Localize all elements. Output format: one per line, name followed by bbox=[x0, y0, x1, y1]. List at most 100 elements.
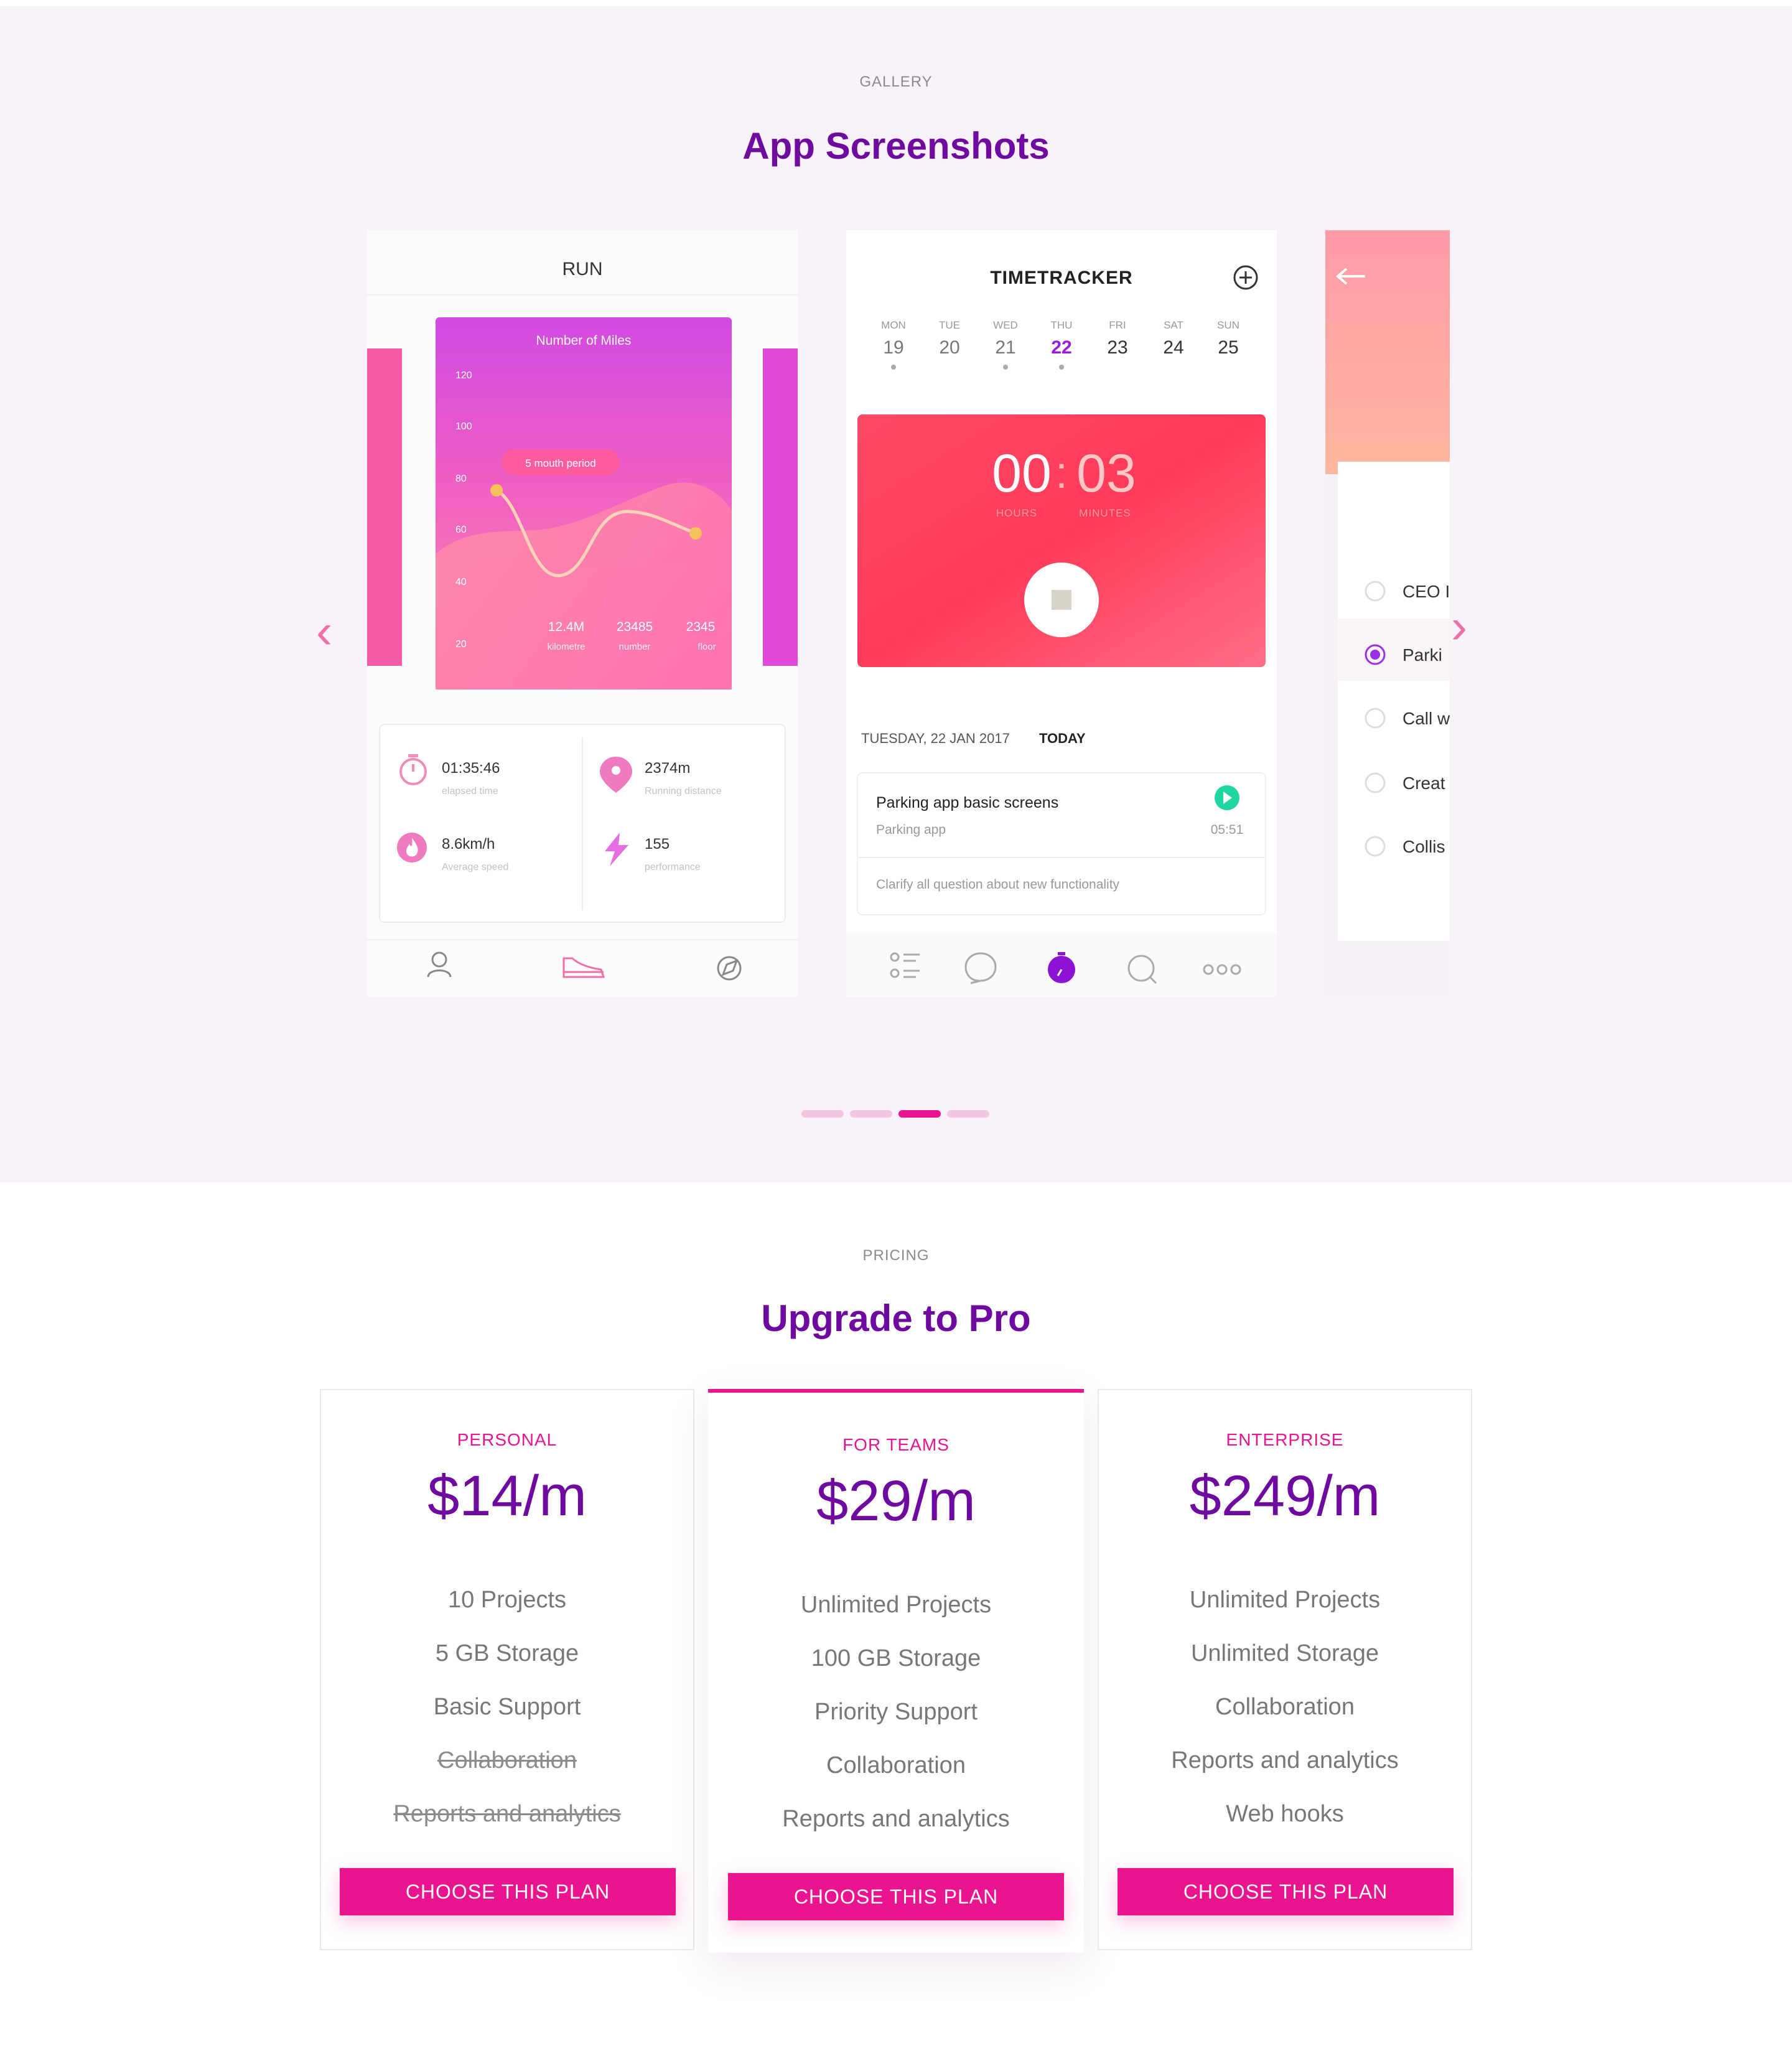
day-fri[interactable]: FRI 23 bbox=[1107, 319, 1127, 358]
pricing-card-personal: PERSONAL $14/m 10 Projects 5 GB Storage … bbox=[320, 1389, 694, 1950]
run-y-tick: 80 bbox=[455, 474, 467, 484]
run-side-card-right bbox=[763, 348, 798, 666]
plan-name: FOR TEAMS bbox=[842, 1435, 950, 1454]
svg-text:20: 20 bbox=[939, 337, 959, 358]
plan-feature-excluded: Collaboration bbox=[437, 1747, 577, 1773]
run-title: RUN bbox=[562, 259, 603, 279]
svg-text:FRI: FRI bbox=[1109, 319, 1126, 331]
run-chart-badge-text: 5 mouth period bbox=[525, 457, 595, 469]
task-note: Clarify all question about new functiona… bbox=[876, 877, 1120, 892]
task-title: Parking app basic screens bbox=[876, 794, 1058, 811]
screenshot-run-app[interactable]: RUN Number of Miles 120 100 80 60 40 20 … bbox=[367, 230, 798, 997]
pricing-eyebrow: PRICING bbox=[862, 1247, 930, 1264]
run-summary-label: floor bbox=[698, 642, 716, 652]
run-side-card-left bbox=[367, 348, 402, 666]
plan-feature: Priority Support bbox=[814, 1699, 978, 1725]
plan-name: PERSONAL bbox=[457, 1430, 558, 1449]
svg-text:CEO I: CEO I bbox=[1402, 582, 1450, 601]
plan-feature: 10 Projects bbox=[447, 1587, 567, 1613]
stop-icon bbox=[1052, 590, 1071, 610]
run-y-tick: 120 bbox=[455, 370, 472, 381]
pricing-title: Upgrade to Pro bbox=[761, 1297, 1031, 1339]
plan-feature: Web hooks bbox=[1226, 1801, 1344, 1827]
gallery-title: App Screenshots bbox=[742, 125, 1050, 167]
task-project: Parking app bbox=[876, 823, 946, 837]
svg-text:Parki: Parki bbox=[1402, 645, 1442, 665]
plan-feature: 5 GB Storage bbox=[435, 1640, 579, 1666]
run-app-canvas: RUN Number of Miles 120 100 80 60 40 20 … bbox=[367, 230, 798, 997]
run-stat-label: Average speed bbox=[442, 862, 508, 872]
carousel-pagination bbox=[801, 1110, 989, 1118]
svg-text:TUE: TUE bbox=[939, 319, 960, 331]
third-app-header bbox=[1325, 230, 1450, 474]
timer-separator: : bbox=[1055, 448, 1068, 498]
third-app-list-card bbox=[1338, 462, 1450, 941]
day-sun[interactable]: SUN 25 bbox=[1217, 319, 1239, 358]
run-y-tick: 20 bbox=[455, 639, 467, 650]
run-chart-point bbox=[490, 484, 503, 497]
run-chart-point bbox=[689, 527, 702, 540]
carousel-next-arrow-icon[interactable]: › bbox=[1451, 602, 1467, 650]
svg-text:25: 25 bbox=[1218, 337, 1238, 358]
timer-minutes: 03 bbox=[1076, 444, 1136, 503]
plan-feature: Basic Support bbox=[433, 1694, 581, 1720]
run-chart-title: Number of Miles bbox=[536, 334, 632, 348]
run-summary-value: 12.4M bbox=[548, 620, 584, 634]
stop-button[interactable] bbox=[1024, 563, 1099, 637]
svg-text:WED: WED bbox=[993, 319, 1018, 331]
carousel-dot-active[interactable] bbox=[898, 1110, 941, 1118]
carousel-dot[interactable] bbox=[801, 1110, 844, 1118]
carousel-dot[interactable] bbox=[947, 1110, 989, 1118]
svg-text:21: 21 bbox=[995, 337, 1015, 358]
plan-feature: 100 GB Storage bbox=[811, 1645, 981, 1671]
run-stat-label: elapsed time bbox=[442, 786, 498, 797]
run-y-tick: 60 bbox=[455, 525, 467, 535]
plan-feature: Unlimited Projects bbox=[1189, 1587, 1381, 1613]
screenshot-timetracker-app[interactable]: TIMETRACKER MON 19 TUE 20 WED 21 THU 22 … bbox=[846, 230, 1277, 997]
choose-plan-button-teams[interactable]: CHOOSE THIS PLAN bbox=[728, 1873, 1064, 1920]
svg-text:Collis: Collis bbox=[1402, 837, 1445, 856]
plan-feature: Reports and analytics bbox=[782, 1806, 1010, 1832]
run-y-tick: 100 bbox=[455, 421, 472, 432]
plan-feature: Unlimited Projects bbox=[800, 1592, 992, 1618]
run-stat-value: 2374m bbox=[645, 760, 690, 777]
svg-text:Call w: Call w bbox=[1402, 709, 1450, 728]
svg-text:SAT: SAT bbox=[1164, 319, 1183, 331]
run-summary-label: kilometre bbox=[548, 642, 586, 652]
plan-feature: Unlimited Storage bbox=[1190, 1640, 1379, 1666]
play-icon[interactable] bbox=[1215, 785, 1239, 810]
choose-plan-button-personal[interactable]: CHOOSE THIS PLAN bbox=[340, 1868, 676, 1915]
timetracker-title: TIMETRACKER bbox=[990, 268, 1132, 288]
run-stat-label: performance bbox=[645, 862, 701, 872]
day-sat[interactable]: SAT 24 bbox=[1163, 319, 1183, 358]
svg-text:Creat: Creat bbox=[1402, 773, 1445, 793]
plan-price: $14/m bbox=[427, 1464, 587, 1528]
plan-feature: Collaboration bbox=[1215, 1694, 1355, 1720]
run-stat-value: 155 bbox=[645, 836, 670, 853]
run-stat-label: Running distance bbox=[645, 786, 722, 797]
gallery-section: GALLERY App Screenshots ‹ › RUN Number o… bbox=[0, 6, 1792, 1182]
screenshot-third-app[interactable]: CEO I Parki Call w Creat Collis bbox=[1325, 230, 1450, 997]
svg-text:MON: MON bbox=[881, 319, 906, 331]
plan-name: ENTERPRISE bbox=[1226, 1430, 1344, 1449]
timer-hours: 00 bbox=[992, 444, 1052, 503]
pricing-card-enterprise: ENTERPRISE $249/m Unlimited Projects Unl… bbox=[1098, 1389, 1472, 1950]
run-stat-value: 8.6km/h bbox=[442, 836, 495, 853]
svg-text:23: 23 bbox=[1107, 337, 1127, 358]
run-y-tick: 40 bbox=[455, 577, 467, 587]
svg-text:24: 24 bbox=[1163, 337, 1183, 358]
flame-icon bbox=[397, 833, 427, 862]
timer-minutes-label: MINUTES bbox=[1079, 507, 1131, 519]
timer-hours-label: HOURS bbox=[996, 507, 1037, 519]
day-tue[interactable]: TUE 20 bbox=[939, 319, 960, 358]
gallery-eyebrow: GALLERY bbox=[859, 73, 933, 90]
run-summary-value: 2345 bbox=[686, 620, 716, 634]
third-app-canvas: CEO I Parki Call w Creat Collis bbox=[1325, 230, 1450, 941]
plan-feature-excluded: Reports and analytics bbox=[393, 1801, 621, 1827]
choose-plan-button-enterprise[interactable]: CHOOSE THIS PLAN bbox=[1118, 1868, 1454, 1915]
plan-feature: Collaboration bbox=[826, 1752, 966, 1778]
svg-text:19: 19 bbox=[883, 337, 903, 358]
carousel-dot[interactable] bbox=[850, 1110, 892, 1118]
carousel-prev-arrow-icon[interactable]: ‹ bbox=[316, 607, 332, 655]
tracker-today-label: TODAY bbox=[1039, 731, 1086, 746]
